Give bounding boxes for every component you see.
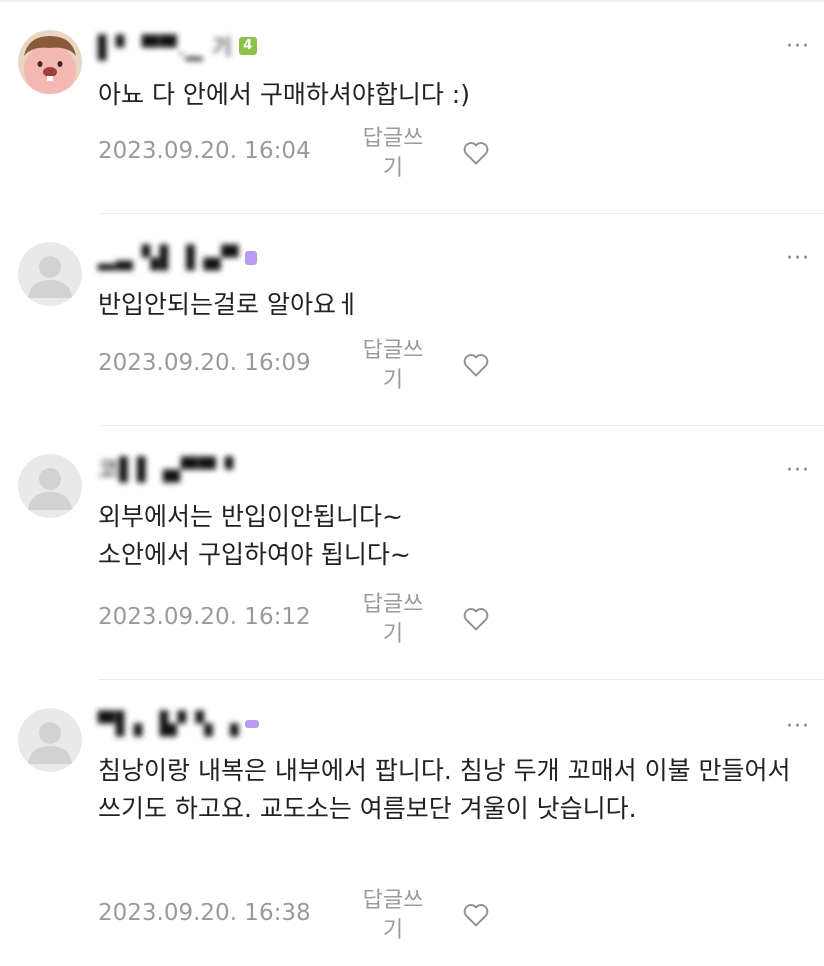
more-options-icon[interactable]: ··· [786, 248, 810, 270]
comment-item: ▂▃ ▚▌▐ ▄▀ ··· 반입안되는걸로 알아요ㅔ 2023.09.20. 1… [0, 214, 824, 426]
comment-timestamp: 2023.09.20. 16:04 [98, 138, 311, 164]
comment-text: 외부에서는 반입이안됩니다~ 소안에서 구입하여야 됩니다~ [98, 502, 411, 569]
comment-author-row: ▌▘ ▀▀.▁ 기 4 [98, 30, 257, 62]
level-badge [245, 720, 260, 728]
comment-timestamp: 2023.09.20. 16:09 [98, 350, 311, 376]
comment-timestamp: 2023.09.20. 16:12 [98, 604, 311, 630]
heart-icon[interactable] [462, 352, 490, 378]
author-name[interactable]: ▂▃ ▚▌▐ ▄▀ [98, 246, 239, 271]
author-name[interactable]: ▀▌▖ ▙▘▚ ▗ [98, 712, 239, 737]
comment-timestamp: 2023.09.20. 16:38 [98, 900, 311, 926]
level-badge: 4 [238, 37, 257, 55]
comment-item: ▌▘ ▀▀.▁ 기 4 ··· 아뇨 다 안에서 구매하셔야합니다 :) 202… [0, 0, 824, 214]
more-options-icon[interactable]: ··· [786, 36, 810, 58]
comment-text: 아뇨 다 안에서 구매하셔야합니다 :) [98, 80, 470, 109]
reply-button[interactable]: 답글쓰기 [356, 124, 430, 184]
comment-author-row: 코▌▌ ▄▀▀ ▘ [98, 452, 243, 484]
comment-text: 반입안되는걸로 알아요ㅔ [98, 290, 359, 319]
reply-button[interactable]: 답글쓰기 [356, 590, 430, 650]
heart-icon[interactable] [462, 140, 490, 166]
reply-button[interactable]: 답글쓰기 [356, 886, 430, 946]
author-name[interactable]: ▌▘ ▀▀.▁ 기 [98, 30, 233, 62]
level-badge [245, 251, 258, 265]
comment-author-row: ▀▌▖ ▙▘▚ ▗ [98, 710, 260, 738]
heart-icon[interactable] [462, 606, 490, 632]
more-options-icon[interactable]: ··· [786, 460, 810, 482]
default-profile-avatar[interactable] [18, 454, 82, 518]
reply-button[interactable]: 답글쓰기 [356, 336, 430, 396]
author-name[interactable]: 코▌▌ ▄▀▀ ▘ [98, 452, 243, 484]
heart-icon[interactable] [462, 902, 490, 928]
comment-item: 코▌▌ ▄▀▀ ▘ ··· 외부에서는 반입이안됩니다~ 소안에서 구입하여야 … [0, 426, 824, 680]
more-options-icon[interactable]: ··· [786, 716, 810, 738]
comment-text: 침낭이랑 내복은 내부에서 팝니다. 침낭 두개 꼬매서 이불 만들어서 쓰기도… [98, 756, 799, 823]
comment-item: ▀▌▖ ▙▘▚ ▗ ··· 침낭이랑 내복은 내부에서 팝니다. 침낭 두개 꼬… [0, 680, 824, 966]
default-profile-avatar[interactable] [18, 708, 82, 772]
default-profile-avatar[interactable] [18, 242, 82, 306]
cartoon-beaver-avatar[interactable] [18, 30, 82, 94]
comment-author-row: ▂▃ ▚▌▐ ▄▀ [98, 244, 258, 272]
